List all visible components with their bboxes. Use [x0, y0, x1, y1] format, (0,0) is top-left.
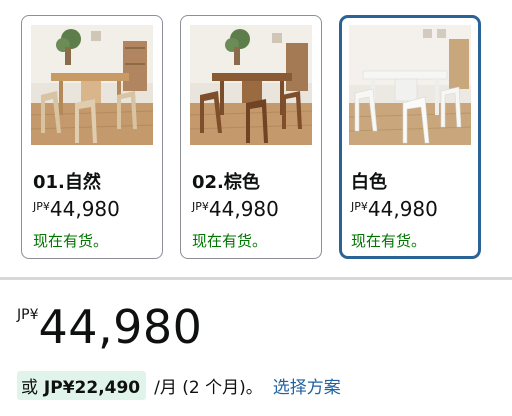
variant-swatch-natural[interactable]: 01.自然 JP¥44,980 现在有货。 [21, 15, 163, 259]
variant-name: 01.自然 [33, 172, 101, 193]
currency-symbol: JP¥ [17, 307, 39, 323]
product-image [31, 25, 153, 145]
currency-symbol: JP¥ [351, 200, 368, 213]
variant-swatch-white[interactable]: 白色 JP¥44,980 现在有货。 [339, 15, 481, 259]
variant-price: JP¥44,980 [351, 197, 438, 221]
currency-symbol: JP¥ [192, 200, 209, 213]
installment-amount: JP¥22,490 [43, 377, 141, 398]
variant-swatch-brown[interactable]: 02.棕色 JP¥44,980 现在有货。 [180, 15, 322, 259]
price-amount: 44,980 [208, 197, 279, 221]
price-amount: 44,980 [49, 197, 120, 221]
variant-name: 02.棕色 [192, 172, 260, 193]
select-plan-link[interactable]: 选择方案 [273, 373, 341, 398]
stock-status: 现在有货。 [192, 232, 268, 250]
installment-period: /月 (2 个月)。 [154, 377, 263, 398]
stock-status: 现在有货。 [33, 232, 109, 250]
variant-price: JP¥44,980 [33, 197, 120, 221]
section-divider [0, 277, 512, 280]
currency-symbol: JP¥ [33, 200, 50, 213]
variant-name: 白色 [351, 172, 387, 193]
price-amount: 44,980 [367, 197, 438, 221]
product-image [349, 25, 471, 145]
stock-status: 现在有货。 [351, 232, 427, 250]
variant-price: JP¥44,980 [192, 197, 279, 221]
installment-prefix: 或 [21, 377, 38, 398]
product-image [190, 25, 312, 145]
installment-offer: 或 JP¥22,490 /月 (2 个月)。 选择方案 [17, 370, 341, 400]
price-amount: 44,980 [38, 300, 203, 354]
installment-highlight: 或 JP¥22,490 [17, 370, 147, 400]
main-price: JP¥44,980 [17, 300, 202, 354]
